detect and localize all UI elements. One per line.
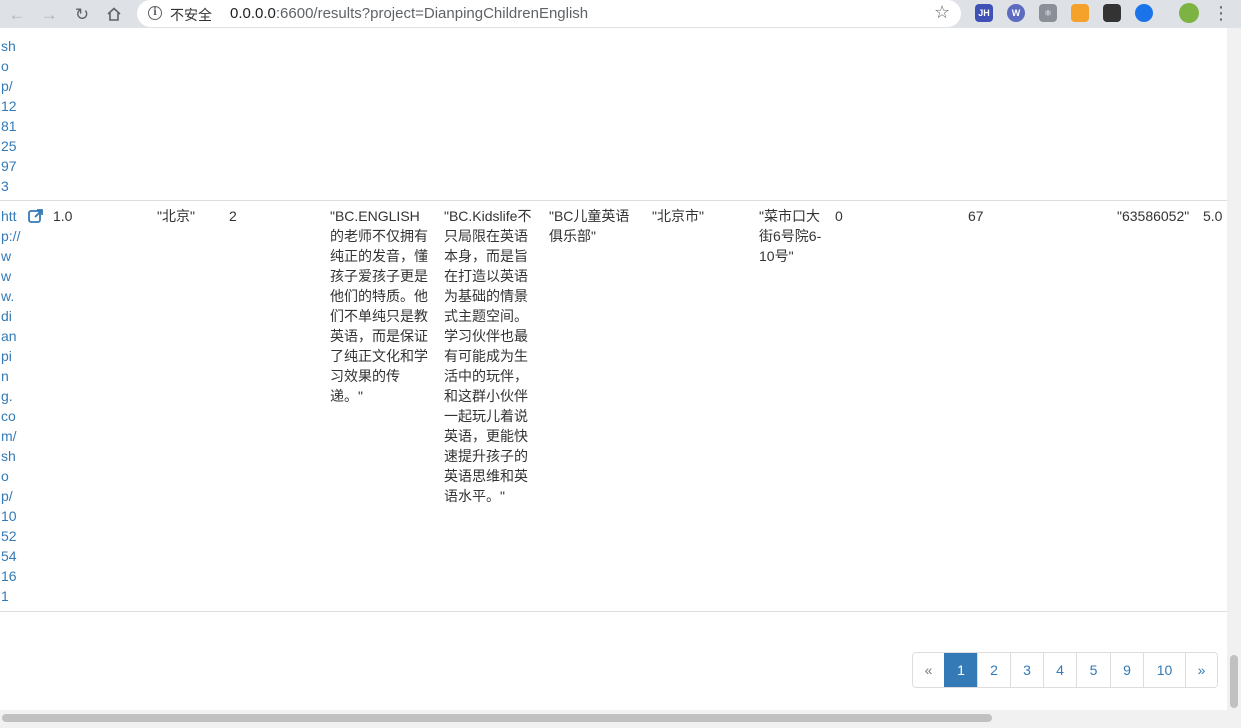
horizontal-scrollbar-thumb[interactable] bbox=[2, 714, 992, 722]
blue-extension-icon[interactable] bbox=[1135, 4, 1153, 22]
jsonhandle-extension-icon[interactable]: JH bbox=[975, 4, 993, 22]
pagination: « 1 2 3 4 5 9 10 » bbox=[912, 652, 1218, 688]
profile-avatar[interactable] bbox=[1179, 3, 1199, 23]
row-divider bbox=[0, 200, 1227, 201]
page-9[interactable]: 9 bbox=[1110, 653, 1143, 687]
browser-toolbar: ← → ↻ i 不安全 0.0.0.0:6600/results?project… bbox=[0, 0, 1241, 28]
back-arrow-icon[interactable]: ← bbox=[5, 2, 29, 26]
pagination-prev[interactable]: « bbox=[913, 653, 944, 687]
result-url-link[interactable]: htt p:// w w w. di an pi n g. co m/ sh o… bbox=[1, 206, 20, 606]
score-cell: 1.0 bbox=[53, 208, 73, 224]
page-1[interactable]: 1 bbox=[944, 653, 977, 687]
vertical-scrollbar[interactable] bbox=[1227, 28, 1241, 710]
url-path: :6600/results?project=DianpingChildrenEn… bbox=[275, 5, 589, 22]
phone-cell: "63586052" bbox=[1117, 208, 1190, 224]
qr-code-extension-icon[interactable] bbox=[1103, 4, 1121, 22]
results-page: sh o p/ 12 81 25 97 3 htt p:// w w w. di… bbox=[0, 28, 1227, 710]
page-5[interactable]: 5 bbox=[1076, 653, 1110, 687]
bookmark-star-icon[interactable]: ☆ bbox=[934, 2, 950, 23]
count-cell: 2 bbox=[229, 208, 237, 224]
comment-cell-2: "BC.Kidslife不只局限在英语本身，而是旨在打造以英语为基础的情景式主题… bbox=[444, 208, 532, 504]
vertical-scrollbar-thumb[interactable] bbox=[1230, 655, 1238, 708]
result-url-link[interactable]: sh o p/ 12 81 25 97 3 bbox=[1, 36, 17, 196]
reload-icon[interactable]: ↻ bbox=[70, 2, 94, 26]
zero-cell: 0 bbox=[835, 208, 843, 224]
web-extension-icon[interactable]: W bbox=[1007, 4, 1025, 22]
rating-cell: 5.0 bbox=[1203, 208, 1223, 224]
page-2[interactable]: 2 bbox=[977, 653, 1010, 687]
external-link-icon[interactable] bbox=[28, 208, 44, 224]
region-cell: "北京市" bbox=[652, 208, 704, 224]
page-4[interactable]: 4 bbox=[1043, 653, 1076, 687]
address-cell: "菜市口大街6号院6-10号" bbox=[759, 208, 822, 264]
rss-extension-icon[interactable] bbox=[1071, 4, 1089, 22]
page-3[interactable]: 3 bbox=[1010, 653, 1043, 687]
forward-arrow-icon[interactable]: → bbox=[37, 2, 61, 26]
row-divider bbox=[0, 611, 1227, 612]
menu-dots-icon[interactable]: ⋮ bbox=[1212, 2, 1230, 26]
shop-name-cell: "BC儿童英语俱乐部" bbox=[549, 208, 630, 244]
address-bar[interactable]: i 不安全 0.0.0.0:6600/results?project=Dianp… bbox=[137, 0, 961, 27]
comment-cell-1: "BC.ENGLISH的老师不仅拥有纯正的发音，懂孩子爱孩子更是他们的特质。他们… bbox=[330, 208, 428, 404]
url-host: 0.0.0.0 bbox=[230, 5, 276, 22]
react-devtools-extension-icon[interactable]: ⚛ bbox=[1039, 4, 1057, 22]
info-icon[interactable]: i bbox=[148, 6, 162, 20]
number-cell: 67 bbox=[968, 208, 984, 224]
security-label[interactable]: 不安全 bbox=[170, 5, 212, 25]
pagination-next[interactable]: » bbox=[1185, 653, 1217, 687]
page-10[interactable]: 10 bbox=[1143, 653, 1185, 687]
city-cell: "北京" bbox=[157, 208, 195, 224]
url-text[interactable]: 0.0.0.0:6600/results?project=DianpingChi… bbox=[230, 5, 588, 22]
home-icon[interactable] bbox=[102, 2, 126, 26]
